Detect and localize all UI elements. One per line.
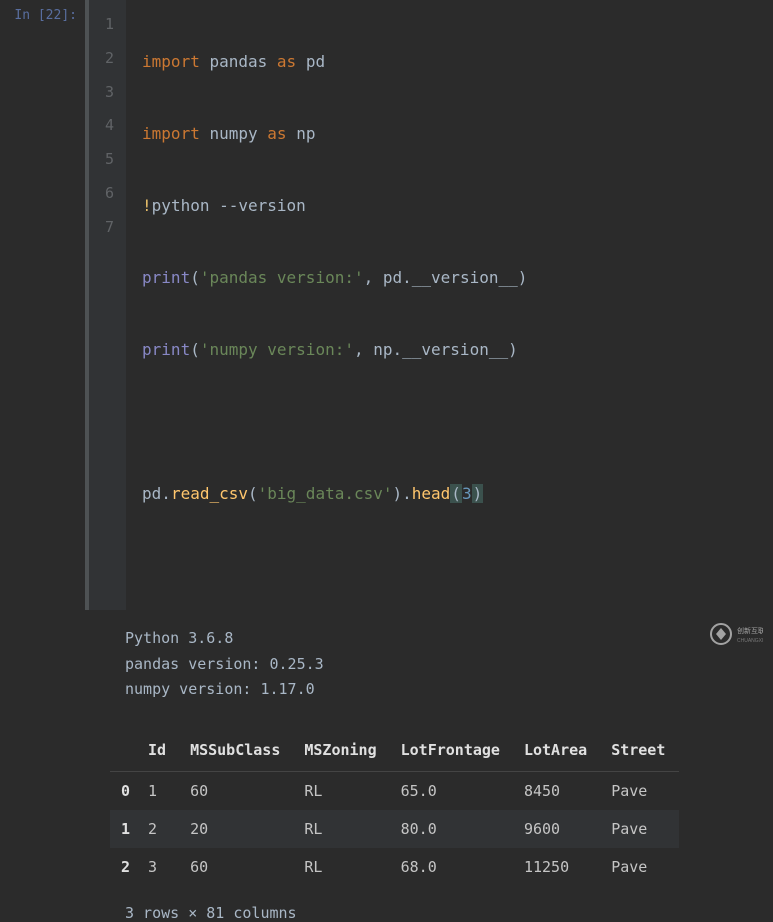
code-area[interactable]: 1 2 3 4 5 6 7 import pandas as pd import… (85, 0, 773, 610)
input-cell: In [22]: 1 2 3 4 5 6 7 import pandas as … (0, 0, 773, 610)
bracket-highlight: ) (472, 484, 484, 503)
paren-dot: ). (393, 484, 412, 503)
cell: 1 (138, 771, 180, 810)
cell: 11250 (514, 848, 601, 886)
column-header: Id (138, 731, 180, 772)
row-index: 2 (110, 848, 138, 886)
table-row: 0 1 60 RL 65.0 8450 Pave (110, 771, 679, 810)
number-literal: 3 (462, 484, 472, 503)
module-name: pandas (209, 52, 267, 71)
shell-bang: ! (142, 196, 152, 215)
cell: Pave (601, 810, 679, 848)
code-line[interactable]: pd.read_csv('big_data.csv').head(3) (142, 476, 527, 512)
expression: pd.__version__ (383, 268, 518, 287)
row-index: 0 (110, 771, 138, 810)
line-number: 7 (105, 211, 114, 245)
builtin-fn: print (142, 340, 190, 359)
builtin-fn: print (142, 268, 190, 287)
keyword-import: import (142, 52, 200, 71)
string-literal: 'pandas version:' (200, 268, 364, 287)
paren: ) (508, 340, 518, 359)
string-literal: 'big_data.csv' (258, 484, 393, 503)
column-header: MSZoning (294, 731, 390, 772)
output-line: Python 3.6.8 (125, 626, 773, 652)
column-header: LotArea (514, 731, 601, 772)
method-name: read_csv (171, 484, 248, 503)
svg-text:创新互联: 创新互联 (737, 626, 763, 635)
table-row: 1 2 20 RL 80.0 9600 Pave (110, 810, 679, 848)
method-name: head (412, 484, 451, 503)
paren: ( (190, 268, 200, 287)
comma: , (354, 340, 373, 359)
table-row: 2 3 60 RL 68.0 11250 Pave (110, 848, 679, 886)
cell: 2 (138, 810, 180, 848)
keyword-as: as (267, 124, 286, 143)
watermark-logo: 创新互联 CHUANGXIN (707, 620, 763, 648)
svg-text:CHUANGXIN: CHUANGXIN (737, 638, 763, 644)
alias: pd (306, 52, 325, 71)
line-gutter: 1 2 3 4 5 6 7 (85, 0, 126, 610)
code-line[interactable]: import numpy as np (142, 116, 527, 152)
line-number: 3 (105, 76, 114, 110)
input-prompt: In [22]: (0, 0, 85, 610)
cell: 20 (180, 810, 294, 848)
column-header: MSSubClass (180, 731, 294, 772)
cell: 9600 (514, 810, 601, 848)
cell: 3 (138, 848, 180, 886)
column-header: Street (601, 731, 679, 772)
cell: 60 (180, 771, 294, 810)
line-number: 5 (105, 143, 114, 177)
code-line[interactable]: print('pandas version:', pd.__version__) (142, 260, 527, 296)
dataframe-output: Id MSSubClass MSZoning LotFrontage LotAr… (0, 703, 773, 886)
column-header: LotFrontage (391, 731, 514, 772)
cell: Pave (601, 848, 679, 886)
keyword-as: as (277, 52, 296, 71)
code-line[interactable]: print('numpy version:', np.__version__) (142, 332, 527, 368)
dataframe-table: Id MSSubClass MSZoning LotFrontage LotAr… (110, 731, 679, 886)
line-number: 1 (105, 8, 114, 42)
keyword-import: import (142, 124, 200, 143)
bracket-highlight: ( (450, 484, 462, 503)
output-line: pandas version: 0.25.3 (125, 652, 773, 678)
cell: 65.0 (391, 771, 514, 810)
alias: np (296, 124, 315, 143)
cell: 80.0 (391, 810, 514, 848)
cell: RL (294, 848, 390, 886)
code-line[interactable]: !python --version (142, 188, 527, 224)
line-number: 2 (105, 42, 114, 76)
paren: ) (518, 268, 528, 287)
line-number: 6 (105, 177, 114, 211)
output-line: numpy version: 1.17.0 (125, 677, 773, 703)
cell: RL (294, 810, 390, 848)
paren: ( (190, 340, 200, 359)
cell: Pave (601, 771, 679, 810)
code-content[interactable]: import pandas as pd import numpy as np !… (126, 0, 543, 610)
code-line[interactable] (142, 404, 527, 440)
cell: 68.0 (391, 848, 514, 886)
dataframe-shape-text: 3 rows × 81 columns (0, 886, 773, 922)
object-ref: pd. (142, 484, 171, 503)
expression: np.__version__ (373, 340, 508, 359)
cell: RL (294, 771, 390, 810)
code-line[interactable]: import pandas as pd (142, 44, 527, 80)
comma: , (364, 268, 383, 287)
cell: 8450 (514, 771, 601, 810)
paren: ( (248, 484, 258, 503)
row-index: 1 (110, 810, 138, 848)
module-name: numpy (209, 124, 257, 143)
table-header-row: Id MSSubClass MSZoning LotFrontage LotAr… (110, 731, 679, 772)
stdout-output: Python 3.6.8 pandas version: 0.25.3 nump… (0, 610, 773, 703)
cell: 60 (180, 848, 294, 886)
string-literal: 'numpy version:' (200, 340, 354, 359)
shell-command: python --version (152, 196, 306, 215)
line-number: 4 (105, 109, 114, 143)
index-header (110, 731, 138, 772)
